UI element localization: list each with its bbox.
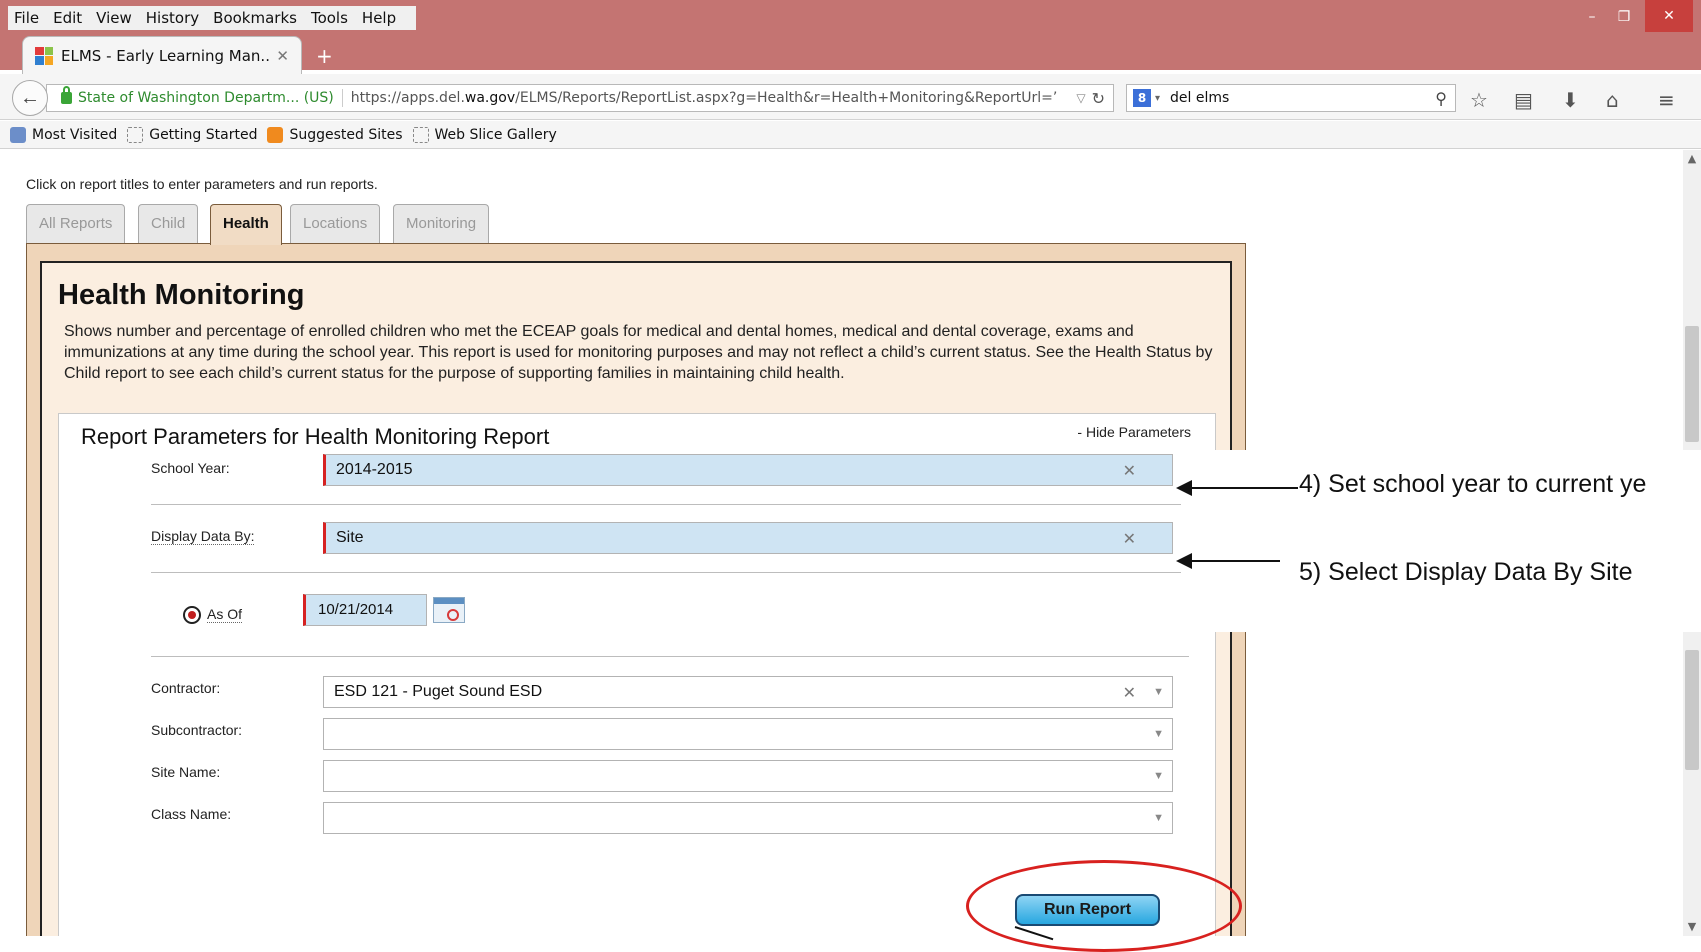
arrow-left-icon bbox=[1176, 553, 1192, 569]
contractor-value: ESD 121 - Puget Sound ESD bbox=[334, 683, 543, 700]
parameters-title: Report Parameters for Health Monitoring … bbox=[81, 424, 550, 449]
divider bbox=[151, 572, 1189, 573]
chevron-down-icon[interactable]: ▼ bbox=[1153, 770, 1164, 782]
search-bar[interactable]: 8 ▾ del elms ⚲ bbox=[1126, 84, 1456, 112]
clear-icon[interactable]: ✕ bbox=[1123, 529, 1136, 549]
restore-icon[interactable]: ❐ bbox=[1614, 8, 1634, 26]
downloads-icon[interactable]: ⬇ bbox=[1562, 90, 1579, 110]
school-year-label: School Year: bbox=[151, 460, 230, 476]
arrow-line bbox=[1190, 487, 1298, 489]
url-dropdown-icon[interactable]: ▽ bbox=[1076, 91, 1085, 105]
reading-list-icon[interactable]: ▤ bbox=[1514, 90, 1533, 110]
menu-file[interactable]: File bbox=[14, 9, 39, 27]
display-by-value: Site bbox=[336, 529, 364, 546]
reload-icon[interactable]: ↻ bbox=[1092, 89, 1105, 108]
page-icon bbox=[412, 126, 429, 143]
bookmarks-toolbar: Most Visited Getting Started Suggested S… bbox=[0, 121, 1701, 149]
tab-all-reports[interactable]: All Reports bbox=[26, 204, 126, 244]
most-visited-icon bbox=[10, 126, 26, 143]
parameters-panel: Report Parameters for Health Monitoring … bbox=[58, 413, 1216, 936]
lock-icon bbox=[61, 86, 72, 104]
bookmark-suggested-sites[interactable]: Suggested Sites bbox=[267, 126, 403, 143]
chevron-down-icon[interactable]: ▼ bbox=[1153, 686, 1164, 698]
contractor-label: Contractor: bbox=[151, 680, 221, 696]
chevron-down-icon[interactable]: ▼ bbox=[1153, 812, 1164, 824]
scroll-down-icon[interactable]: ▼ bbox=[1683, 918, 1701, 936]
bookmark-web-slice-gallery[interactable]: Web Slice Gallery bbox=[412, 126, 557, 143]
menu-edit[interactable]: Edit bbox=[53, 9, 82, 27]
navigation-bar: State of Washington Departm... (US) http… bbox=[0, 74, 1701, 120]
display-by-label: Display Data By: bbox=[151, 528, 255, 545]
google-icon: 8 bbox=[1133, 89, 1151, 107]
search-engine-dropdown-icon[interactable]: ▾ bbox=[1155, 93, 1160, 104]
contractor-select[interactable]: ESD 121 - Puget Sound ESD ✕ ▼ bbox=[323, 676, 1173, 708]
scrollbar-thumb[interactable] bbox=[1685, 326, 1699, 442]
tab-locations[interactable]: Locations bbox=[290, 204, 381, 244]
tab-close-icon[interactable]: ✕ bbox=[276, 47, 289, 65]
home-icon[interactable]: ⌂ bbox=[1606, 90, 1619, 110]
divider bbox=[151, 504, 1189, 505]
school-year-select[interactable]: 2014-2015 ✕ bbox=[323, 454, 1173, 486]
menu-view[interactable]: View bbox=[96, 9, 132, 27]
browser-tab[interactable]: ELMS - Early Learning Man... ✕ bbox=[22, 36, 302, 74]
tab-title: ELMS - Early Learning Man... bbox=[61, 46, 271, 65]
site-identity[interactable]: State of Washington Departm... (US) bbox=[78, 90, 334, 106]
annotation-step-5: 5) Select Display Data By Site bbox=[1299, 558, 1633, 586]
subcontractor-select[interactable]: ▼ bbox=[323, 718, 1173, 750]
menu-history[interactable]: History bbox=[146, 9, 199, 27]
minimize-icon[interactable]: – bbox=[1582, 8, 1602, 26]
scrollbar-thumb[interactable] bbox=[1685, 650, 1699, 770]
as-of-date-input[interactable]: 10/21/2014 bbox=[303, 594, 427, 626]
report-description: Shows number and percentage of enrolled … bbox=[64, 323, 1213, 382]
as-of-radio[interactable] bbox=[183, 606, 201, 624]
clear-icon[interactable]: ✕ bbox=[1123, 683, 1136, 703]
as-of-label: As Of bbox=[207, 606, 243, 623]
new-tab-icon[interactable]: + bbox=[316, 44, 333, 68]
bookmark-most-visited[interactable]: Most Visited bbox=[10, 126, 117, 143]
annotation-step-4: 4) Set school year to current ye bbox=[1299, 470, 1647, 498]
menu-help[interactable]: Help bbox=[362, 9, 396, 27]
site-name-label: Site Name: bbox=[151, 764, 221, 780]
suggested-sites-icon bbox=[267, 126, 284, 143]
site-name-select[interactable]: ▼ bbox=[323, 760, 1173, 792]
search-input[interactable]: del elms bbox=[1170, 90, 1435, 106]
tab-child[interactable]: Child bbox=[138, 204, 199, 244]
url-text[interactable]: https://apps.del.wa.gov/ELMS/Reports/Rep… bbox=[351, 90, 1071, 106]
back-icon[interactable]: ← bbox=[12, 80, 48, 116]
instructions-text: Click on report titles to enter paramete… bbox=[26, 176, 378, 192]
school-year-value: 2014-2015 bbox=[336, 461, 413, 478]
report-title: Health Monitoring bbox=[58, 279, 305, 311]
highlight-ellipse bbox=[966, 860, 1242, 952]
display-by-select[interactable]: Site ✕ bbox=[323, 522, 1173, 554]
window-close-icon[interactable]: ✕ bbox=[1645, 0, 1693, 32]
elms-favicon-icon bbox=[35, 46, 53, 65]
class-name-label: Class Name: bbox=[151, 806, 232, 822]
url-separator bbox=[341, 89, 343, 107]
arrow-line bbox=[1190, 560, 1280, 562]
url-bar[interactable]: State of Washington Departm... (US) http… bbox=[46, 84, 1114, 112]
tab-health[interactable]: Health bbox=[210, 204, 282, 245]
subcontractor-label: Subcontractor: bbox=[151, 722, 243, 738]
bookmark-star-icon[interactable]: ☆ bbox=[1470, 90, 1488, 110]
tab-monitoring[interactable]: Monitoring bbox=[393, 204, 490, 244]
report-box: Health Monitoring Shows number and perce… bbox=[40, 261, 1232, 936]
bookmark-getting-started[interactable]: Getting Started bbox=[127, 126, 257, 143]
page-icon bbox=[127, 126, 144, 143]
hamburger-menu-icon[interactable]: ≡ bbox=[1658, 90, 1675, 110]
clear-icon[interactable]: ✕ bbox=[1123, 461, 1136, 481]
scroll-up-icon[interactable]: ▲ bbox=[1683, 150, 1701, 168]
search-icon[interactable]: ⚲ bbox=[1435, 89, 1447, 108]
calendar-icon[interactable] bbox=[433, 597, 465, 623]
menu-bookmarks[interactable]: Bookmarks bbox=[213, 9, 297, 27]
hide-parameters-link[interactable]: - Hide Parameters bbox=[1077, 424, 1191, 440]
divider bbox=[151, 656, 1189, 657]
menu-bar: File Edit View History Bookmarks Tools H… bbox=[8, 6, 417, 30]
arrow-left-icon bbox=[1176, 480, 1192, 496]
menu-tools[interactable]: Tools bbox=[311, 9, 348, 27]
chevron-down-icon[interactable]: ▼ bbox=[1153, 728, 1164, 740]
class-name-select[interactable]: ▼ bbox=[323, 802, 1173, 834]
